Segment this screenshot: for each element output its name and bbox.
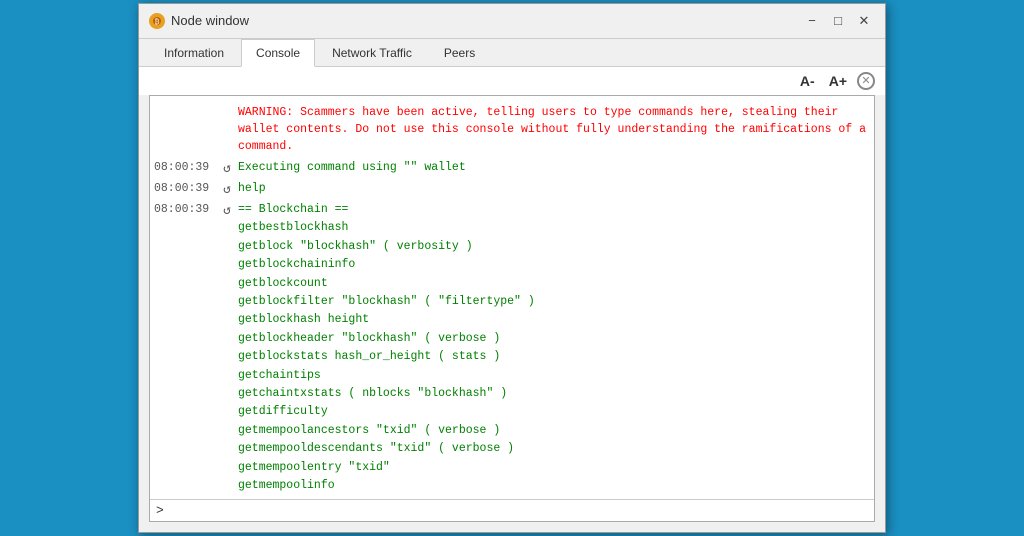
log-line-1: 08:00:39 ↺ Executing command using "" wa… xyxy=(150,159,874,180)
log-icon-2: ↺ xyxy=(216,180,238,201)
log-line-3: 08:00:39 ↺ == Blockchain == getbestblock… xyxy=(150,201,874,495)
maximize-button[interactable]: □ xyxy=(827,10,849,32)
tab-peers[interactable]: Peers xyxy=(429,39,490,66)
console-close-button[interactable]: ✕ xyxy=(857,72,875,90)
log-line-2: 08:00:39 ↺ help xyxy=(150,180,874,201)
console-input[interactable] xyxy=(170,504,868,517)
log-time-1: 08:00:39 xyxy=(154,159,216,177)
title-bar-buttons: − □ ✕ xyxy=(801,10,875,32)
log-content-3: == Blockchain == getbestblockhash getblo… xyxy=(238,201,870,495)
tab-information[interactable]: Information xyxy=(149,39,239,66)
svg-text:₿: ₿ xyxy=(155,18,160,26)
title-bar-left: ₿ Node window xyxy=(149,13,249,29)
font-increase-button[interactable]: A+ xyxy=(825,71,851,91)
console-output[interactable]: WARNING: Scammers have been active, tell… xyxy=(150,96,874,500)
console-area: WARNING: Scammers have been active, tell… xyxy=(149,95,875,523)
console-toolbar: A- A+ ✕ xyxy=(139,67,885,95)
node-window: ₿ Node window − □ ✕ Information Console … xyxy=(138,3,886,534)
app-icon: ₿ xyxy=(149,13,165,29)
warning-message: WARNING: Scammers have been active, tell… xyxy=(230,100,874,160)
tab-network-traffic[interactable]: Network Traffic xyxy=(317,39,427,66)
log-content-1: Executing command using "" wallet xyxy=(238,159,870,177)
minimize-button[interactable]: − xyxy=(801,10,823,32)
log-time-2: 08:00:39 xyxy=(154,180,216,198)
log-content-2: help xyxy=(238,180,870,198)
title-bar: ₿ Node window − □ ✕ xyxy=(139,4,885,39)
tab-bar: Information Console Network Traffic Peer… xyxy=(139,39,885,67)
console-input-row: > xyxy=(150,499,874,521)
tab-console[interactable]: Console xyxy=(241,39,315,67)
window-title: Node window xyxy=(171,13,249,28)
font-decrease-button[interactable]: A- xyxy=(796,71,819,91)
close-icon: ✕ xyxy=(861,74,870,87)
log-icon-1: ↺ xyxy=(216,159,238,180)
log-time-3: 08:00:39 xyxy=(154,201,216,219)
log-icon-3: ↺ xyxy=(216,201,238,222)
close-button[interactable]: ✕ xyxy=(853,10,875,32)
console-prompt: > xyxy=(156,503,164,518)
